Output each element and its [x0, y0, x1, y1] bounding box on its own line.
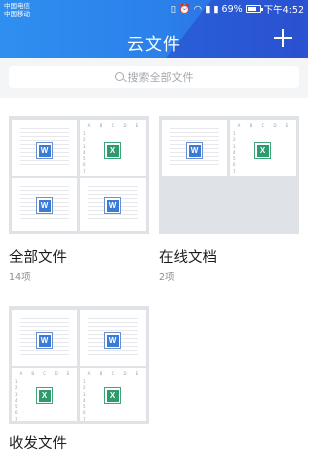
folder-count: 14项	[9, 272, 31, 283]
excel-doc-icon: X	[104, 387, 121, 404]
excel-doc-icon: X	[254, 142, 271, 159]
folder-thumbnail: W ABCDE1234567 X W W	[9, 116, 149, 234]
carrier-2: 中国移动	[4, 10, 30, 18]
word-doc-preview: W	[80, 310, 146, 366]
plus-icon[interactable]	[272, 27, 294, 49]
folder-thumbnail: W W ABCDE1234567 X ABCDE1234567 X	[9, 306, 149, 424]
signal-icon: ▮	[205, 3, 211, 15]
carrier-info: 中国电信 中国移动	[4, 2, 30, 18]
folder-name: 全部文件	[9, 250, 67, 266]
alarm-icon: ⏰	[178, 3, 191, 15]
search-input[interactable]: 搜索全部文件	[9, 66, 299, 88]
word-doc-icon: W	[104, 197, 121, 214]
vibrate-icon: ▯	[170, 3, 176, 15]
excel-doc-icon: X	[36, 387, 53, 404]
word-doc-icon: W	[186, 142, 203, 159]
excel-doc-preview: ABCDE1234567 X	[80, 120, 146, 176]
status-bar: 中国电信 中国移动 ▯ ⏰ ◠ ▮ ▮ 69% 下午4:52	[0, 0, 308, 20]
status-right: ▯ ⏰ ◠ ▮ ▮ 69% 下午4:52	[170, 3, 304, 17]
word-doc-icon: W	[36, 197, 53, 214]
folder-thumbnail: W ABCDE1234567 X	[159, 116, 299, 234]
search-icon	[114, 71, 124, 81]
word-doc-preview: W	[80, 178, 146, 231]
excel-doc-icon: X	[104, 142, 121, 159]
clock: 下午4:52	[263, 5, 304, 16]
folder-count: 2项	[159, 272, 175, 283]
page-title: 云文件	[127, 35, 181, 55]
folder-name: 在线文档	[159, 250, 217, 266]
carrier-1: 中国电信	[4, 2, 30, 10]
folder-sent-received[interactable]: W W ABCDE1234567 X ABCDE1234567 X 收发文件	[9, 306, 149, 459]
app-header: 中国电信 中国移动 ▯ ⏰ ◠ ▮ ▮ 69% 下午4:52 云文件	[0, 0, 308, 58]
search-placeholder: 搜索全部文件	[127, 71, 194, 84]
excel-doc-preview: ABCDE1234567 X	[230, 120, 296, 176]
word-doc-icon: W	[36, 142, 53, 159]
search-area: 搜索全部文件	[0, 58, 308, 98]
word-doc-preview: W	[12, 178, 77, 231]
word-doc-preview: W	[162, 120, 227, 176]
folder-all-files[interactable]: W ABCDE1234567 X W W 全部文件 14项	[9, 116, 149, 283]
word-doc-icon: W	[36, 332, 53, 349]
word-doc-preview: W	[12, 310, 77, 366]
folder-online-docs[interactable]: W ABCDE1234567 X 在线文档 2项	[159, 116, 299, 283]
battery-icon	[245, 5, 263, 13]
excel-doc-preview: ABCDE1234567 X	[80, 368, 146, 422]
word-doc-icon: W	[104, 332, 121, 349]
word-doc-preview: W	[12, 120, 77, 176]
battery-percent: 69%	[221, 3, 243, 15]
folder-name: 收发文件	[9, 436, 67, 452]
excel-doc-preview: ABCDE1234567 X	[12, 368, 77, 422]
wifi-icon: ◠	[193, 3, 203, 15]
signal-icon-2: ▮	[213, 3, 219, 15]
